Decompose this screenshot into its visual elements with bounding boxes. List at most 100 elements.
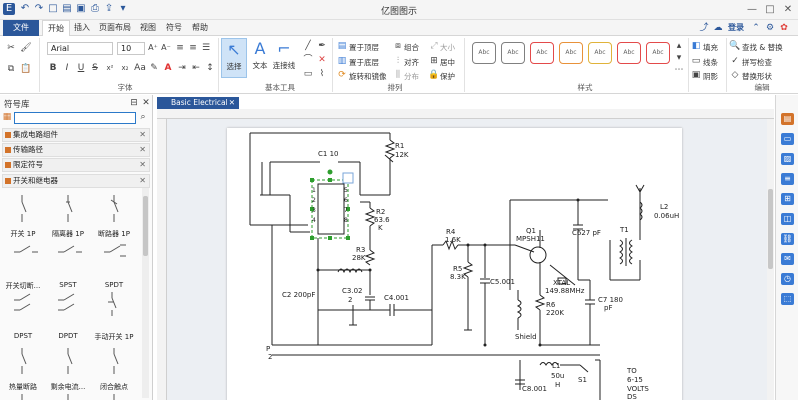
navigation-panel-icon[interactable]: ◫ xyxy=(781,213,794,225)
align-label[interactable]: 对齐 xyxy=(404,57,419,68)
arc-tool-icon[interactable]: ⌒ xyxy=(302,54,314,66)
copy-icon[interactable]: ⧉ xyxy=(5,63,17,75)
style-swatch[interactable]: Abc xyxy=(588,42,612,64)
search-icon[interactable]: ⌕ xyxy=(137,111,149,123)
fill-label[interactable]: 填充 xyxy=(703,42,718,53)
library-menu-icon[interactable]: ▦ xyxy=(1,111,13,123)
tab-start[interactable]: 开始 xyxy=(42,20,70,37)
polyline-tool-icon[interactable]: ⌇ xyxy=(316,68,328,80)
category-integrated-circuit[interactable]: 集成电路组件 ✕ xyxy=(2,128,150,142)
symbol-switch-disconnect[interactable] xyxy=(14,245,38,253)
symbol-closed-contact[interactable] xyxy=(113,348,119,374)
login-link[interactable]: 登录 xyxy=(728,21,744,35)
category-close-icon[interactable]: ✕ xyxy=(139,159,146,171)
symbol-residual-current[interactable] xyxy=(67,348,73,374)
line-spacing-icon[interactable]: ↕ xyxy=(204,62,216,74)
page-panel-icon[interactable]: ▭ xyxy=(781,133,794,145)
underline-icon[interactable]: U xyxy=(75,62,87,74)
line-style-icon[interactable]: ▭ xyxy=(690,55,702,67)
font-name-select[interactable]: Arial xyxy=(47,42,113,55)
fill-icon[interactable]: ◧ xyxy=(690,40,702,52)
italic-icon[interactable]: I xyxy=(61,62,73,74)
cross-tool-icon[interactable]: ✕ xyxy=(316,54,328,66)
font-grow-icon[interactable]: A⁺ xyxy=(147,42,159,54)
category-close-icon[interactable]: ✕ xyxy=(139,129,146,141)
category-close-icon[interactable]: ✕ xyxy=(139,175,146,187)
paste-icon[interactable]: 📋 xyxy=(20,63,32,75)
format-panel-icon[interactable]: ▤ xyxy=(781,113,794,125)
bring-front-label[interactable]: 置于顶层 xyxy=(349,42,379,53)
expand-icon[interactable]: ⌃ xyxy=(750,22,762,34)
library-search-input[interactable] xyxy=(14,112,136,124)
send-back-label[interactable]: 置于底层 xyxy=(349,57,379,68)
category-close-icon[interactable]: ✕ xyxy=(139,144,146,156)
style-scroll-up-icon[interactable]: ▴ xyxy=(673,40,685,52)
share-icon[interactable]: ⤴ xyxy=(698,22,710,34)
maximize-icon[interactable]: □ xyxy=(762,2,778,18)
bold-icon[interactable]: B xyxy=(47,62,59,74)
pen-tool-icon[interactable]: ✒ xyxy=(316,40,328,52)
app-store-icon[interactable]: ✿ xyxy=(778,22,790,34)
hyperlink-panel-icon[interactable]: ⛓ xyxy=(781,233,794,245)
format-painter-icon[interactable]: 🖌 xyxy=(20,42,32,54)
symbol-dpst[interactable] xyxy=(14,293,31,311)
minimize-icon[interactable]: — xyxy=(744,2,760,18)
style-swatch[interactable]: Abc xyxy=(559,42,583,64)
history-panel-icon[interactable]: ◷ xyxy=(781,273,794,285)
tab-page-layout[interactable]: 页面布局 xyxy=(96,20,134,36)
style-more-icon[interactable]: ⋯ xyxy=(673,64,685,76)
outdent-icon[interactable]: ⇤ xyxy=(190,62,202,74)
group-label[interactable]: 组合 xyxy=(404,42,419,53)
protect-label[interactable]: 保护 xyxy=(440,71,455,82)
style-swatch[interactable]: Abc xyxy=(501,42,525,64)
find-replace-label[interactable]: 查找 & 替换 xyxy=(742,42,783,53)
style-scroll-down-icon[interactable]: ▾ xyxy=(673,52,685,64)
panel-close-icon[interactable]: ✕ xyxy=(140,97,152,109)
scrollbar-thumb[interactable] xyxy=(768,189,773,269)
align-center-icon[interactable]: ≡ xyxy=(187,42,199,54)
symbol-isolator-1p[interactable] xyxy=(66,195,73,222)
bring-front-icon[interactable]: ▤ xyxy=(336,40,348,52)
category-switches-relays[interactable]: 开关和继电器 ✕ xyxy=(2,174,150,188)
symbol-thermal-breaker[interactable] xyxy=(21,348,27,374)
symbol-spdt[interactable] xyxy=(104,244,126,257)
symbol-breaker-1p[interactable] xyxy=(110,195,119,222)
cut-icon[interactable]: ✂ xyxy=(5,42,17,54)
highlight-icon[interactable]: ✎ xyxy=(148,62,160,74)
find-replace-icon[interactable]: 🔍 xyxy=(729,40,741,52)
group-icon[interactable]: ⧈ xyxy=(392,40,404,52)
drawing-canvas[interactable] xyxy=(167,119,767,400)
bullet-list-icon[interactable]: ☰ xyxy=(200,42,212,54)
subscript-icon[interactable]: x₂ xyxy=(119,62,131,74)
superscript-icon[interactable]: x² xyxy=(104,62,116,74)
style-swatch[interactable]: Abc xyxy=(646,42,670,64)
symbol-manual-switch-1p[interactable] xyxy=(108,292,117,316)
change-shape-icon[interactable]: ◇ xyxy=(729,69,741,81)
settings-icon[interactable]: ⚙ xyxy=(764,22,776,34)
select-tool-button[interactable]: ↖ 选择 xyxy=(221,38,247,78)
category-transmission-path[interactable]: 传输路径 ✕ xyxy=(2,143,150,157)
style-swatch[interactable]: Abc xyxy=(472,42,496,64)
font-size-select[interactable]: 10 xyxy=(117,42,145,55)
symbol-spst[interactable] xyxy=(58,245,82,253)
shadow-icon[interactable]: ▣ xyxy=(690,69,702,81)
drawing-page[interactable] xyxy=(227,128,682,400)
connector-tool-button[interactable]: ⌐ 连接线 xyxy=(270,38,298,78)
layers-panel-icon[interactable]: ≡ xyxy=(781,173,794,185)
attachment-panel-icon[interactable]: ⬚ xyxy=(781,293,794,305)
symbol-dpdt[interactable] xyxy=(58,293,75,311)
comment-panel-icon[interactable]: ✉ xyxy=(781,253,794,265)
symbol-switch-1p[interactable] xyxy=(21,195,27,222)
font-shrink-icon[interactable]: A⁻ xyxy=(160,42,172,54)
canvas-scrollbar[interactable] xyxy=(767,119,774,400)
cloud-icon[interactable]: ☁ xyxy=(712,22,724,34)
scrollbar-thumb[interactable] xyxy=(143,196,148,256)
close-icon[interactable]: ✕ xyxy=(780,2,796,18)
symbol-row-partial[interactable] xyxy=(21,394,115,400)
category-qualifying-symbols[interactable]: 限定符号 ✕ xyxy=(2,158,150,172)
line-tool-icon[interactable]: ╱ xyxy=(302,40,314,52)
style-swatch[interactable]: Abc xyxy=(530,42,554,64)
center-label[interactable]: 居中 xyxy=(440,57,455,68)
image-panel-icon[interactable]: ▨ xyxy=(781,153,794,165)
send-back-icon[interactable]: ▥ xyxy=(336,55,348,67)
